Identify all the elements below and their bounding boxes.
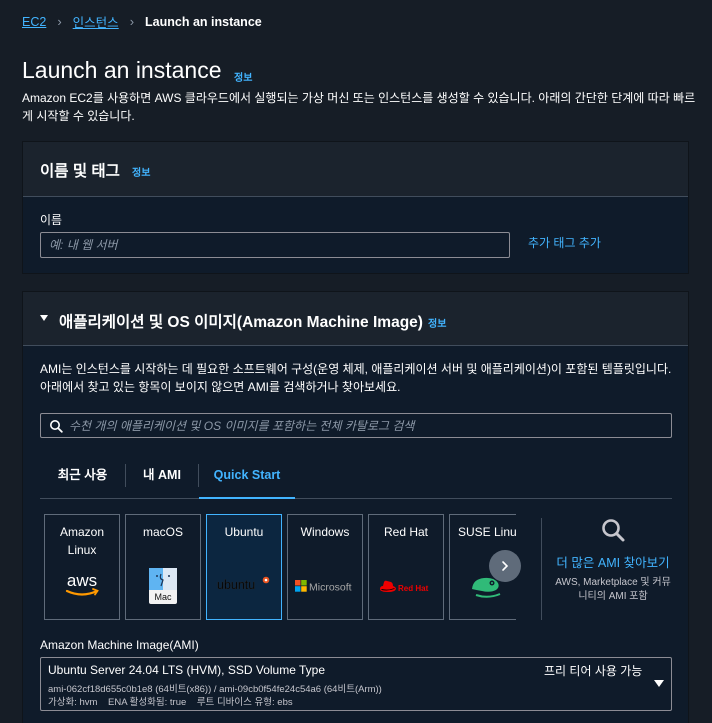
page-info-link[interactable]: 정보 bbox=[234, 69, 252, 84]
svg-text:Red Hat: Red Hat bbox=[398, 584, 429, 593]
name-panel-title: 이름 및 태그 bbox=[40, 163, 120, 180]
ami-select-label: Amazon Machine Image(AMI) bbox=[40, 638, 199, 652]
browse-more-ami-link[interactable]: 더 많은 AMI 찾아보기 bbox=[551, 554, 675, 572]
ami-panel: 애플리케이션 및 OS 이미지(Amazon Machine Image) 정보… bbox=[22, 291, 689, 723]
svg-text:Microsoft: Microsoft bbox=[309, 582, 352, 594]
search-icon bbox=[602, 519, 625, 542]
cards-next-button[interactable] bbox=[489, 550, 521, 582]
breadcrumb-instances-link[interactable]: 인스턴스 bbox=[73, 12, 119, 31]
ami-panel-title: 애플리케이션 및 OS 이미지(Amazon Machine Image) bbox=[59, 314, 423, 331]
os-card-name: Ubuntu bbox=[224, 525, 264, 539]
chevron-right-icon bbox=[502, 561, 509, 571]
chevron-right-icon: › bbox=[57, 14, 62, 29]
os-card-ubuntu[interactable]: Ubuntu ubuntu bbox=[206, 514, 282, 620]
caret-down-icon[interactable] bbox=[654, 680, 664, 687]
free-tier-badge: 프리 티어 사용 가능 bbox=[544, 664, 643, 678]
os-card-amazon-linux[interactable]: Amazon Linux aws bbox=[44, 514, 120, 620]
os-card-name: Windows bbox=[300, 525, 350, 539]
os-card-name: Red Hat bbox=[383, 525, 429, 539]
breadcrumb-ec2-link[interactable]: EC2 bbox=[22, 15, 46, 29]
browse-more-ami-subtext: AWS, Marketplace 및 커뮤니티의 AMI 포함 bbox=[555, 577, 671, 602]
ami-panel-header[interactable]: 애플리케이션 및 OS 이미지(Amazon Machine Image) 정보 bbox=[23, 292, 688, 346]
name-panel-info-link[interactable]: 정보 bbox=[132, 164, 150, 179]
name-and-tags-panel: 이름 및 태그 정보 이름 추가 태그 추가 bbox=[22, 141, 689, 274]
add-additional-tags-link[interactable]: 추가 태그 추가 bbox=[528, 234, 601, 251]
tab-recent[interactable]: 최근 사용 bbox=[40, 452, 125, 499]
svg-text:Mac: Mac bbox=[154, 592, 172, 602]
browse-more-ami[interactable]: 더 많은 AMI 찾아보기 AWS, Marketplace 및 커뮤니티의 A… bbox=[551, 517, 675, 604]
tab-my-ami[interactable]: 내 AMI bbox=[126, 452, 198, 499]
ami-selected-name: Ubuntu Server 24.04 LTS (HVM), SSD Volum… bbox=[48, 663, 326, 677]
tab-quick-start[interactable]: Quick Start bbox=[199, 452, 295, 499]
ami-search-input[interactable] bbox=[69, 416, 659, 435]
os-card-name: macOS bbox=[142, 525, 183, 539]
microsoft-logo-icon: Microsoft bbox=[288, 578, 362, 594]
name-panel-header: 이름 및 태그 정보 bbox=[23, 142, 688, 197]
os-card-list: Amazon Linux aws macOS Mac Ubuntu ubuntu… bbox=[44, 514, 516, 620]
divider bbox=[541, 518, 542, 620]
ami-search-box[interactable] bbox=[40, 413, 672, 438]
os-card-name: SUSE Linux bbox=[458, 525, 516, 539]
ami-description: AMI는 인스턴스를 시작하는 데 필요한 소프트웨어 구성(운영 체제, 애플… bbox=[40, 362, 672, 394]
ami-ids: ami-062cf18d655c0b1e8 (64비트(x86)) / ami-… bbox=[48, 684, 382, 695]
chevron-right-icon: › bbox=[129, 14, 135, 29]
os-card-name: Amazon Linux bbox=[59, 525, 105, 557]
caret-down-icon[interactable] bbox=[40, 315, 48, 321]
name-input[interactable] bbox=[40, 232, 510, 258]
ami-select-dropdown[interactable]: Ubuntu Server 24.04 LTS (HVM), SSD Volum… bbox=[40, 657, 672, 711]
page-title: Launch an instance bbox=[22, 57, 222, 83]
svg-text:ubuntu: ubuntu bbox=[217, 578, 255, 592]
aws-logo-icon: aws bbox=[45, 571, 119, 599]
os-card-macos[interactable]: macOS Mac bbox=[125, 514, 201, 620]
os-card-redhat[interactable]: Red Hat Red Hat bbox=[368, 514, 444, 620]
ami-tabs: 최근 사용 내 AMI Quick Start bbox=[40, 452, 672, 499]
ami-meta: 가상화: hvm ENA 활성화됨: true 루트 디바이스 유형: ebs bbox=[48, 697, 293, 708]
search-icon bbox=[50, 420, 63, 433]
page-description: Amazon EC2를 사용하면 AWS 클라우드에서 실행되는 가상 머신 또… bbox=[22, 91, 696, 123]
os-card-windows[interactable]: Windows Microsoft bbox=[287, 514, 363, 620]
mac-finder-icon: Mac bbox=[126, 567, 200, 605]
ubuntu-logo-icon: ubuntu bbox=[207, 575, 281, 595]
ami-panel-info-link[interactable]: 정보 bbox=[428, 315, 446, 330]
breadcrumb-current: Launch an instance bbox=[145, 14, 262, 29]
breadcrumb: EC2 › 인스턴스 › Launch an instance bbox=[22, 12, 262, 31]
name-field-label: 이름 bbox=[40, 213, 63, 227]
svg-text:aws: aws bbox=[67, 571, 97, 590]
redhat-logo-icon: Red Hat bbox=[369, 578, 443, 596]
